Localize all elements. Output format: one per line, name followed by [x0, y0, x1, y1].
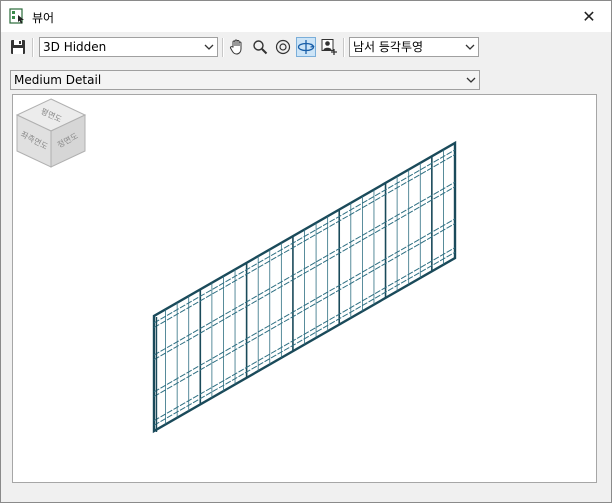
viewcube[interactable]: 평면도 좌측면도 정면도: [13, 95, 89, 171]
save-icon: [11, 40, 25, 54]
view-preset-value: 남서 등각투영: [353, 40, 424, 54]
chevron-down-icon: [465, 44, 475, 50]
zoom-extents-button[interactable]: [273, 37, 293, 57]
title-bar: 뷰어 ✕: [1, 1, 611, 32]
viewer-toolbar: 3D Hidden 남서 등각투영: [1, 33, 611, 63]
close-icon: ✕: [582, 7, 596, 26]
detail-level-value: Medium Detail: [14, 73, 102, 87]
zoom-button[interactable]: [250, 37, 270, 57]
pan-button[interactable]: [227, 37, 247, 57]
view-preset-dropdown[interactable]: 남서 등각투영: [349, 37, 479, 57]
viewer-app-icon: [9, 8, 24, 24]
magnifier-icon: [253, 40, 268, 55]
camera-button[interactable]: [319, 37, 339, 57]
toolbar-separator: [343, 38, 345, 57]
visual-style-dropdown[interactable]: 3D Hidden: [39, 37, 218, 57]
save-button[interactable]: [8, 37, 28, 57]
toolbar-separator: [222, 38, 224, 57]
camera-person-icon: [321, 39, 337, 55]
toolbar-separator: [32, 38, 34, 57]
visual-style-value: 3D Hidden: [43, 40, 107, 54]
window-title: 뷰어: [32, 11, 55, 25]
detail-level-dropdown[interactable]: Medium Detail: [10, 70, 480, 90]
chevron-down-icon: [466, 77, 476, 83]
close-button[interactable]: ✕: [567, 1, 611, 32]
orbit-icon: [297, 40, 315, 54]
orbit-button[interactable]: [296, 37, 316, 57]
viewer-window: 뷰어 ✕ 3D Hidden 남서 등각투영 Medium Detail 평면도…: [0, 0, 612, 503]
chevron-down-icon: [204, 44, 214, 50]
3d-viewport[interactable]: 평면도 좌측면도 정면도: [12, 94, 597, 483]
pan-hand-icon: [229, 39, 242, 55]
target-circle-icon: [275, 39, 291, 55]
curtain-wall-model: [152, 140, 457, 434]
